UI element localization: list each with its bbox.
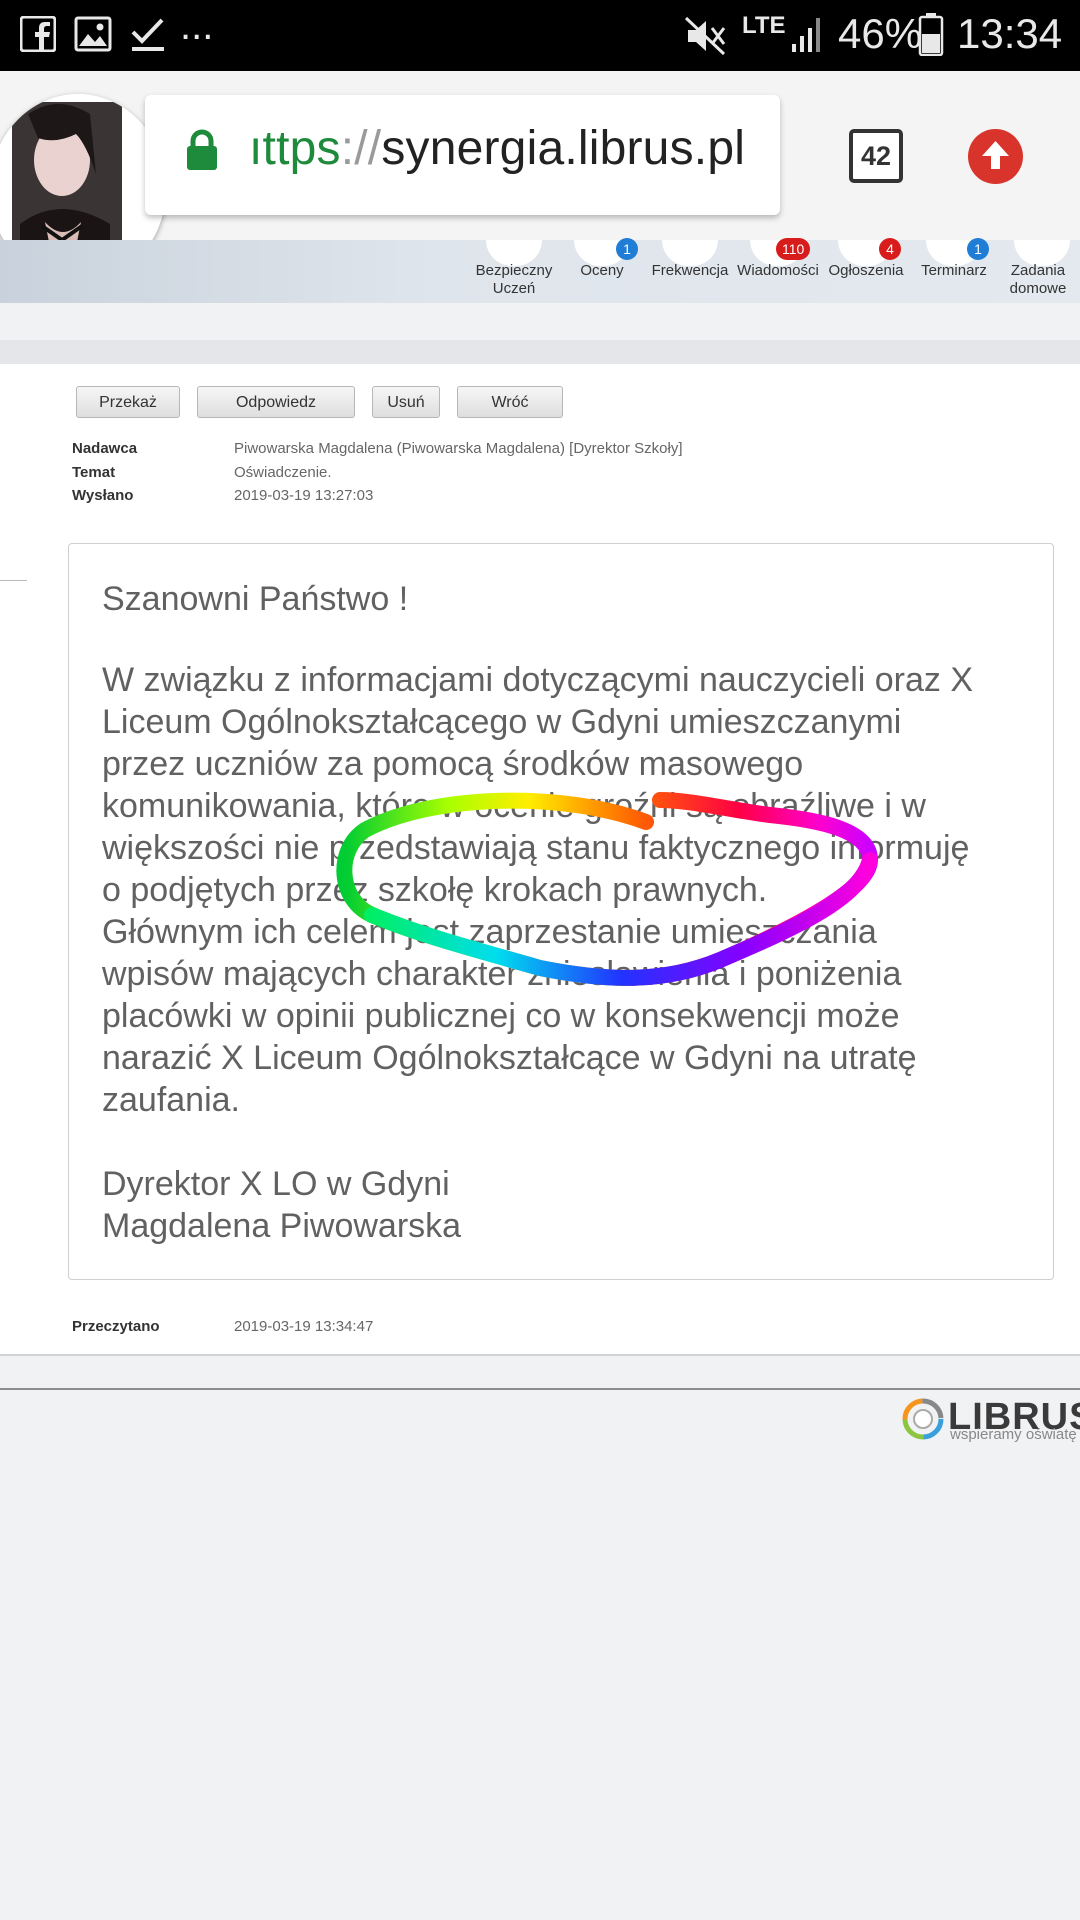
read-value: 2019-03-19 13:34:47 [234, 1318, 374, 1335]
subject-value: Oświadczenie. [234, 464, 332, 481]
gallery-icon [74, 16, 112, 52]
subject-label: Temat [72, 464, 116, 481]
nav-item-label: Terminarz [921, 262, 987, 279]
footer-divider [0, 1388, 1080, 1390]
forward-button[interactable]: Przekaż [76, 386, 180, 418]
message-line: placówki w opinii publicznej co w konsek… [102, 997, 900, 1035]
nav-item-frekwencja[interactable]: Frekwencja [646, 262, 734, 280]
battery-percent: 46% [838, 10, 923, 57]
message-greeting: Szanowni Państwo ! [102, 580, 409, 618]
nav-item-label: Wiadomości [737, 262, 819, 279]
check-icon [131, 18, 164, 51]
separator-strip [0, 340, 1080, 364]
reply-button[interactable]: Odpowiedz [197, 386, 355, 418]
battery-icon [918, 13, 944, 56]
librus-logo-icon [902, 1398, 944, 1440]
nav-item-label-2: domowe [1009, 280, 1067, 297]
message-line: większości nie przedstawiają stanu fakty… [102, 829, 970, 867]
message-line: przez uczniów za pomocą środków masowego [102, 745, 804, 783]
signature-title: Dyrektor X LO w Gdyni [102, 1165, 450, 1203]
sender-value: Piwowarska Magdalena (Piwowarska Magdale… [234, 440, 683, 457]
url-scheme: ıttps [249, 122, 341, 175]
nav-item-wiadomosci[interactable]: Wiadomości [734, 262, 822, 280]
message-line: komunikowania, które w ocenie groźni są … [102, 787, 926, 825]
arrow-up-icon [982, 141, 1009, 169]
nav-item-zadania-domowe[interactable]: Zadania domowe [996, 262, 1080, 298]
sent-label: Wysłano [72, 487, 134, 504]
status-bar: ... LTE 46% 13:34 [0, 0, 1080, 71]
url-text[interactable]: ıttps://synergia.librus.pl [249, 121, 745, 176]
nav-badge-terminarz: 1 [967, 238, 989, 260]
address-bar[interactable]: ıttps://synergia.librus.pl [145, 95, 780, 215]
more-icon: ... [180, 4, 214, 48]
lte-icon: LTE [742, 12, 786, 39]
divider [0, 580, 27, 581]
message-line: Głównym ich celem jest zaprzestanie umie… [102, 913, 877, 951]
message-line: zaufania. [102, 1081, 240, 1119]
sender-label: Nadawca [72, 440, 138, 457]
nav-item-label: Ogłoszenia [828, 262, 904, 279]
facebook-icon [20, 16, 56, 52]
nav-badge-wiadomosci: 110 [776, 238, 811, 260]
delete-button[interactable]: Usuń [372, 386, 440, 418]
signal-icon [792, 18, 820, 52]
message-line: W związku z informacjami dotyczącymi nau… [102, 661, 974, 699]
librus-tagline: wspieramy oświatę [950, 1426, 1077, 1443]
nav-item-label: Oceny [580, 262, 624, 279]
message-line: o podjętych przez szkołę krokach prawnyc… [102, 871, 768, 909]
read-label: Przeczytano [72, 1318, 160, 1335]
nav-item-label: Frekwencja [651, 262, 729, 279]
back-button[interactable]: Wróć [457, 386, 563, 418]
nav-item-bezpieczny-uczen[interactable]: Bezpieczny Uczeń [470, 262, 558, 298]
nav-badge-ogloszenia: 4 [879, 238, 901, 260]
upload-button[interactable] [968, 129, 1023, 184]
nav-item-ogloszenia[interactable]: Ogłoszenia [822, 262, 910, 280]
clock: 13:34 [957, 10, 1063, 57]
nav-item-oceny[interactable]: Oceny [558, 262, 646, 280]
tab-switcher-button[interactable]: 42 [849, 129, 903, 183]
message-line: Liceum Ogólnokształcącego w Gdyni umiesz… [102, 703, 902, 741]
nav-item-label: Bezpieczny [475, 262, 553, 279]
nav-badge-oceny: 1 [616, 238, 638, 260]
url-host: synergia.librus.pl [381, 122, 746, 175]
message-line: wpisów mających charakter zniesławienia … [102, 955, 902, 993]
mute-icon [684, 16, 726, 56]
signature-name: Magdalena Piwowarska [102, 1207, 462, 1245]
nav-item-label-2: Uczeń [492, 280, 536, 297]
sent-value: 2019-03-19 13:27:03 [234, 487, 374, 504]
lock-icon [187, 129, 217, 170]
url-separator: :// [340, 122, 382, 175]
message-line: narazić X Liceum Ogólnokształcące w Gdyn… [102, 1039, 917, 1077]
nav-item-terminarz[interactable]: Terminarz [910, 262, 998, 280]
nav-item-label: Zadania [1010, 262, 1066, 279]
